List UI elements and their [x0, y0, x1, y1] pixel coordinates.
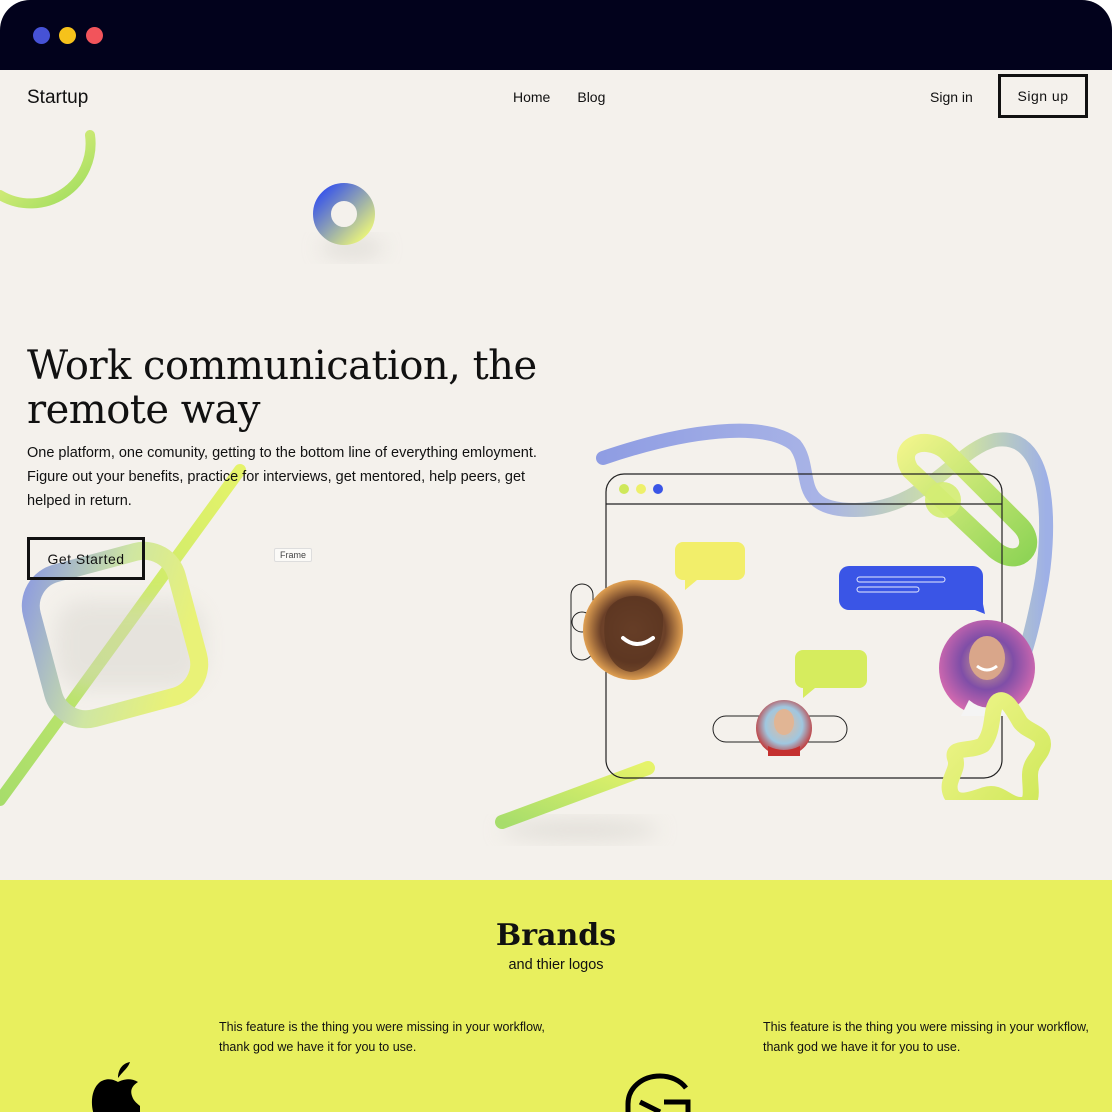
- brands-section: Brands and thier logos This feature is t…: [0, 880, 1112, 1112]
- nav-link-home[interactable]: Home: [513, 89, 550, 105]
- g-logo-icon: [625, 1073, 691, 1112]
- ring-shape: [313, 183, 375, 245]
- window-dot-red[interactable]: [86, 27, 103, 44]
- window-dot-blue-mini: [653, 484, 663, 494]
- get-started-button[interactable]: Get Started: [27, 537, 145, 580]
- lime-bubble: [795, 650, 867, 698]
- window-dot-yellow-mini: [636, 484, 646, 494]
- apple-logo-icon: [91, 1062, 140, 1112]
- hero-subcopy: One platform, one comunity, getting to t…: [27, 445, 537, 509]
- window-dot-lime: [619, 484, 629, 494]
- nav-link-blog[interactable]: Blog: [577, 89, 605, 105]
- landing-page: Startup Home Blog Sign in Sign up Work c…: [0, 70, 1112, 1112]
- brands-title: Brands: [495, 918, 617, 953]
- frame-label: Frame: [274, 548, 313, 562]
- window-dot-yellow[interactable]: [59, 27, 76, 44]
- brand-logo[interactable]: Startup: [27, 87, 88, 109]
- arc-shape: [0, 130, 96, 209]
- sign-up-button[interactable]: Sign up: [998, 74, 1088, 118]
- blue-bubble: [839, 566, 985, 614]
- feature-text-2: This feature is the thing you were missi…: [763, 1020, 1089, 1054]
- hero-section: Startup Home Blog Sign in Sign up Work c…: [0, 70, 1112, 880]
- sign-in-link[interactable]: Sign in: [930, 89, 973, 105]
- brands-subtitle: and thier logos: [508, 957, 604, 973]
- feature-text-1: This feature is the thing you were missi…: [219, 1020, 545, 1054]
- browser-window: Startup Home Blog Sign in Sign up Work c…: [0, 0, 1112, 1112]
- window-titlebar: [0, 0, 1112, 70]
- yellow-bubble: [675, 542, 745, 590]
- hero-illustration: [570, 423, 1054, 800]
- window-dot-blue[interactable]: [33, 27, 50, 44]
- hero-headline: Work communication, the remote way: [27, 343, 537, 433]
- loop-shape: [897, 433, 1038, 567]
- main-nav: Home Blog: [513, 89, 605, 105]
